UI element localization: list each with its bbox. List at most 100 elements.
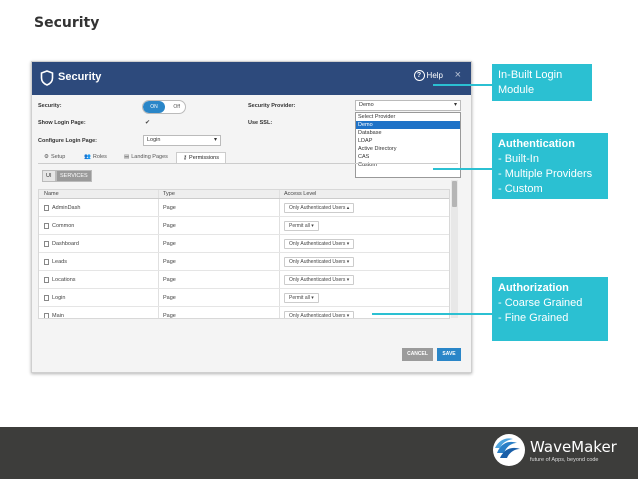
provider-option[interactable]: CAS (356, 153, 460, 161)
provider-option[interactable]: LDAP (356, 137, 460, 145)
access-value: Only Authenticated Users (289, 312, 346, 319)
show-login-label: Show Login Page: (38, 120, 86, 126)
page-icon (44, 204, 49, 211)
provider-option-selected[interactable]: Demo (356, 121, 460, 129)
key-icon: ⚷ (183, 155, 188, 161)
toggle-off: Off (173, 104, 180, 110)
callout-login-module: In-Built Login Module (492, 64, 592, 101)
subtab-ui[interactable]: UI (42, 170, 56, 182)
tab-setup[interactable]: ⚙ Setup (44, 154, 65, 160)
provider-option[interactable]: Select Provider (356, 113, 460, 121)
callout-authz-item: - Coarse Grained (498, 297, 583, 309)
access-select[interactable]: Permit all ▾ (284, 220, 319, 231)
login-select-value: Login (147, 137, 161, 143)
provider-select[interactable]: Demo ▾ (355, 100, 461, 111)
table-row: Common Page Permit all ▾ (39, 217, 449, 235)
callout-authentication: Authentication - Built-In - Multiple Pro… (492, 133, 608, 199)
tab-divider (38, 163, 458, 164)
row-type: Page (159, 235, 280, 252)
toggle-on: ON (143, 101, 165, 113)
dialog-header: Security ? Help × (32, 62, 471, 95)
row-name: Login (52, 294, 66, 301)
access-select[interactable]: Only Authenticated Users ▾ (284, 274, 355, 285)
provider-dropdown: Select Provider Demo Database LDAP Activ… (355, 112, 461, 178)
show-login-checkbox[interactable]: ✔ (145, 120, 151, 126)
callout-auth-title: Authentication (498, 138, 575, 150)
security-dialog: Security ? Help × Security: ON Off Show … (31, 61, 472, 373)
cancel-button[interactable]: CANCEL (402, 348, 433, 361)
tab-label: Roles (92, 154, 107, 160)
row-name: Locations (52, 276, 76, 283)
subtab-services[interactable]: SERVICES (56, 170, 92, 182)
caret-down-icon: ▾ (453, 102, 457, 108)
folder-icon: ▤ (124, 154, 130, 160)
callout-authorization: Authorization - Coarse Grained - Fine Gr… (492, 277, 608, 341)
access-value: Only Authenticated Users (289, 204, 346, 211)
close-icon[interactable]: × (455, 69, 461, 81)
wavemaker-logo: WaveMaker future of Apps, beyond code (492, 433, 617, 467)
provider-label: Security Provider: (248, 103, 296, 109)
callout-auth-item: - Multiple Providers (498, 168, 593, 180)
tab-permissions[interactable]: ⚷ Permissions (176, 152, 226, 163)
table-header: Name Type Access Level (39, 190, 449, 199)
row-type: Page (159, 289, 280, 306)
access-select[interactable]: Only Authenticated Users ▾ (284, 238, 355, 249)
access-value: Permit all (289, 222, 310, 229)
column-header[interactable]: Access Level (280, 190, 449, 198)
callout-authz-title: Authorization (498, 282, 569, 294)
access-select[interactable]: Only Authenticated Users ▾ (284, 256, 355, 267)
dialog-title: Security (58, 71, 102, 83)
access-value: Permit all (289, 294, 310, 301)
tab-label: Permissions (189, 155, 219, 161)
tab-roles[interactable]: 👥 Roles (84, 154, 107, 160)
slide-title: Security (34, 15, 100, 31)
row-type: Page (159, 307, 280, 318)
access-select[interactable]: Only Authenticated Users ▴ (284, 202, 355, 213)
row-name: AdminDash (52, 204, 81, 211)
column-header[interactable]: Type (159, 190, 280, 198)
save-button[interactable]: SAVE (437, 348, 461, 361)
table-row: Locations Page Only Authenticated Users … (39, 271, 449, 289)
security-label: Security: (38, 103, 62, 109)
access-value: Only Authenticated Users (289, 240, 346, 247)
users-icon: 👥 (84, 154, 91, 160)
table-row: Dashboard Page Only Authenticated Users … (39, 235, 449, 253)
login-page-select[interactable]: Login ▾ (143, 135, 221, 146)
table-scrollbar[interactable] (451, 180, 458, 318)
access-select[interactable]: Only Authenticated Users ▾ (284, 310, 355, 319)
help-label: Help (426, 71, 443, 80)
wave-logo-icon (493, 434, 525, 466)
callout-auth-item: - Custom (498, 183, 543, 195)
access-select[interactable]: Permit all ▾ (284, 292, 319, 303)
ssl-label: Use SSL: (248, 120, 273, 126)
provider-option[interactable]: Active Directory (356, 145, 460, 153)
callout-authz-item: - Fine Grained (498, 312, 569, 324)
access-value: Only Authenticated Users (289, 258, 346, 265)
caret-down-icon: ▾ (213, 137, 217, 143)
tab-label: Landing Pages (131, 154, 168, 160)
configure-login-label: Configure Login Page: (38, 138, 97, 144)
tab-landing-pages[interactable]: ▤ Landing Pages (124, 154, 168, 160)
scrollbar-thumb[interactable] (452, 181, 457, 207)
callout-auth-item: - Built-In (498, 153, 539, 165)
gear-icon: ⚙ (44, 154, 49, 160)
page-icon (44, 240, 49, 247)
page-icon (44, 312, 49, 318)
page-icon (44, 294, 49, 301)
help-button[interactable]: ? Help (413, 70, 443, 81)
tab-label: Setup (50, 154, 66, 160)
brand-tagline: future of Apps, beyond code (530, 456, 599, 463)
row-name: Common (52, 222, 75, 229)
security-toggle[interactable]: ON Off (142, 100, 186, 114)
row-name: Dashboard (52, 240, 79, 247)
page-icon (44, 276, 49, 283)
page-icon (44, 258, 49, 265)
brand-name: WaveMaker (530, 437, 617, 456)
permissions-table: Name Type Access Level AdminDash Page On… (38, 189, 450, 319)
row-type: Page (159, 199, 280, 216)
provider-select-value: Demo (359, 102, 374, 108)
row-type: Page (159, 253, 280, 270)
provider-option[interactable]: Database (356, 129, 460, 137)
row-type: Page (159, 271, 280, 288)
column-header[interactable]: Name (39, 190, 159, 198)
